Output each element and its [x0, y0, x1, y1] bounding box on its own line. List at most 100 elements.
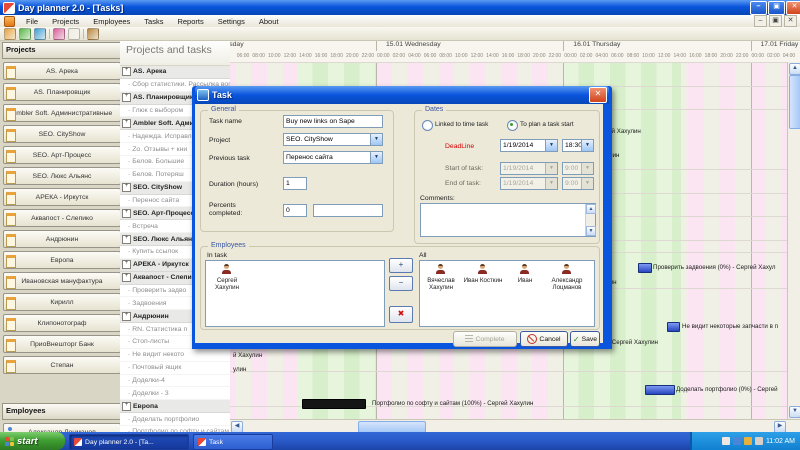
project-button[interactable]: АРЕКА - Иркутск — [3, 188, 121, 206]
vscroll-thumb[interactable] — [789, 75, 800, 129]
project-select[interactable]: SEO. CityShow ▼ — [283, 133, 383, 146]
menu-item-projects[interactable]: Projects — [45, 17, 86, 26]
expand-icon[interactable]: + — [122, 118, 131, 128]
in-task-list[interactable]: Сергей Хахулин — [205, 260, 385, 327]
tree-task-row[interactable]: - Доделки-4 — [120, 375, 230, 388]
gantt-bar[interactable] — [302, 399, 366, 409]
mdi-close-button[interactable]: ✕ — [784, 15, 797, 27]
expand-icon[interactable]: + — [122, 67, 131, 77]
menu-item-tasks[interactable]: Tasks — [137, 17, 170, 26]
comments-scrollbar[interactable]: ▲ ▼ — [585, 204, 596, 236]
project-button[interactable]: Клипонотограф — [3, 314, 121, 332]
tray-icon-1[interactable] — [721, 437, 730, 445]
expand-icon[interactable]: + — [122, 401, 131, 411]
add-project-icon[interactable] — [4, 27, 16, 40]
expand-icon[interactable]: + — [122, 183, 131, 193]
scroll-down-icon[interactable]: ▼ — [586, 226, 596, 236]
expand-icon[interactable]: + — [122, 234, 131, 244]
project-button[interactable]: Европа — [3, 251, 121, 269]
menu-item-settings[interactable]: Settings — [211, 17, 252, 26]
mdi-restore-button[interactable]: ▣ — [769, 15, 782, 27]
menu-item-about[interactable]: About — [252, 17, 286, 26]
employee-entry[interactable]: Иван Косткин — [462, 264, 504, 284]
project-button[interactable]: SEO. Арт-Процесс — [3, 146, 121, 164]
gantt-bar[interactable] — [667, 322, 680, 332]
percents-input[interactable] — [283, 204, 307, 217]
add-employee-button[interactable]: + — [389, 258, 413, 273]
delete-button[interactable]: ✖ — [389, 306, 413, 323]
gantt-horizontal-scrollbar[interactable]: ◀ ▶ — [230, 419, 800, 432]
chevron-down-icon[interactable]: ▼ — [545, 140, 557, 151]
expand-icon[interactable]: + — [122, 273, 131, 283]
employee-entry[interactable]: Вячеслав Хахулин — [420, 264, 462, 291]
chevron-down-icon[interactable]: ▼ — [581, 140, 593, 151]
tree-task-row[interactable]: - Доделать портфолио — [120, 413, 230, 427]
tray-icon-4[interactable] — [754, 437, 763, 445]
project-button[interactable]: Ambler Soft. Административные — [3, 104, 121, 122]
tree-task-row[interactable]: - Почтовый ящик — [120, 362, 230, 375]
complete-button[interactable]: Complete — [453, 331, 517, 347]
scroll-left-icon[interactable]: ◀ — [231, 421, 243, 432]
expand-icon[interactable]: + — [122, 311, 131, 321]
tree-task-row[interactable]: - Не видит некото — [120, 349, 230, 362]
scroll-up-icon[interactable]: ▲ — [586, 204, 596, 214]
project-button[interactable]: Ивановская мануфактура — [3, 272, 121, 290]
task-name-input[interactable] — [283, 115, 383, 128]
add-task-icon[interactable] — [34, 27, 46, 40]
chevron-down-icon[interactable]: ▼ — [370, 152, 382, 163]
previous-task-select[interactable]: Перенос сайта ▼ — [283, 151, 383, 164]
deadline-date-select[interactable]: 1/19/2014 ▼ — [500, 139, 558, 152]
project-button[interactable]: Андрюнин — [3, 230, 121, 248]
chevron-down-icon[interactable]: ▼ — [370, 134, 382, 145]
restore-button[interactable]: ▣ — [768, 0, 785, 15]
mdi-minimize-button[interactable]: – — [754, 15, 767, 27]
menu-item-reports[interactable]: Reports — [170, 17, 210, 26]
gantt-bar[interactable] — [645, 385, 675, 395]
project-button[interactable]: Аквапост - Слепико — [3, 209, 121, 227]
report-icon[interactable] — [68, 27, 80, 40]
project-button[interactable]: ПриоВнешторг Банк — [3, 335, 121, 353]
tree-group-row[interactable]: + Европа — [120, 400, 230, 414]
duration-input[interactable] — [283, 177, 307, 190]
taskbar-task[interactable]: Day planner 2.0 - [Ta... — [69, 434, 189, 450]
remove-employee-button[interactable]: − — [389, 276, 413, 291]
tray-icon-2[interactable] — [732, 437, 741, 445]
task-dialog-titlebar[interactable]: Task ✕ — [195, 86, 609, 104]
project-button[interactable]: Степан — [3, 356, 121, 374]
plan-task-start-radio[interactable] — [507, 120, 518, 131]
expand-icon[interactable]: + — [122, 208, 131, 218]
employee-entry[interactable]: Иван — [504, 264, 546, 284]
linked-to-time-radio[interactable] — [422, 120, 433, 131]
tray-icon-3[interactable] — [743, 437, 752, 445]
tree-group-row[interactable]: + AS. Арека — [120, 66, 230, 79]
deadline-time-select[interactable]: 18:30 ▼ — [562, 139, 594, 152]
briefcase-icon[interactable] — [87, 27, 99, 40]
taskbar-task[interactable]: Task — [193, 434, 273, 450]
start-button[interactable]: start — [0, 432, 65, 450]
percents-extra-field[interactable] — [313, 204, 383, 217]
gantt-bar[interactable] — [638, 263, 652, 273]
project-button[interactable]: Кирилл — [3, 293, 121, 311]
cancel-button[interactable]: Cancel — [520, 331, 568, 347]
add-employee-icon[interactable] — [19, 27, 31, 40]
tree-task-row[interactable]: - Доделки - 3 — [120, 387, 230, 401]
all-employees-list[interactable]: Вячеслав Хахулин Иван Косткин Иван Александ… — [419, 260, 595, 327]
project-button[interactable]: AS. Арека — [3, 62, 121, 80]
hscroll-thumb[interactable] — [358, 421, 426, 432]
project-button[interactable]: SEO. Люкс Альянс — [3, 167, 121, 185]
project-button[interactable]: SEO. CityShow — [3, 125, 121, 143]
minimize-button[interactable]: – — [750, 0, 767, 15]
dialog-close-icon[interactable]: ✕ — [589, 87, 607, 103]
comments-textarea[interactable]: ▲ ▼ — [420, 203, 596, 237]
menu-item-employees[interactable]: Employees — [86, 17, 137, 26]
save-button[interactable]: ✓ Save — [570, 331, 600, 347]
scroll-down-icon[interactable]: ▼ — [789, 406, 800, 418]
project-button[interactable]: AS. Планировщик — [3, 83, 121, 101]
expand-icon[interactable]: + — [122, 260, 131, 270]
close-button[interactable]: ✕ — [786, 0, 800, 15]
employee-entry[interactable]: Сергей Хахулин — [206, 264, 248, 291]
expand-icon[interactable]: + — [122, 93, 131, 103]
cut-icon[interactable] — [53, 27, 65, 40]
gantt-vertical-scrollbar[interactable]: ▲ ▼ — [787, 62, 800, 419]
employee-entry[interactable]: Александр Лоцманов — [546, 264, 588, 291]
